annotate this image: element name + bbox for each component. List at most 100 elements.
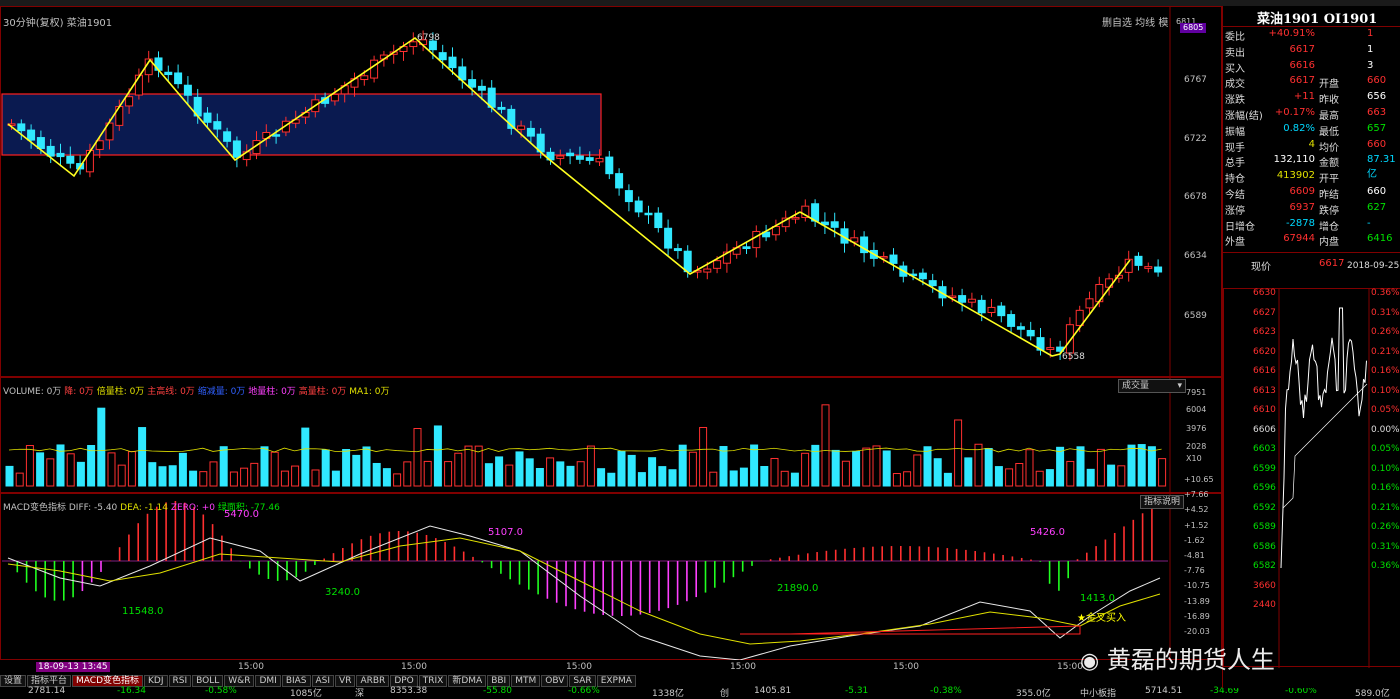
volume-bar: [608, 473, 615, 486]
candle-body: [625, 191, 632, 202]
mini-axis-tick: 0.00%: [1371, 425, 1400, 435]
volume-bar: [985, 449, 992, 486]
volume-bar: [37, 453, 44, 486]
divider: [1223, 26, 1400, 27]
volume-bar: [47, 459, 54, 486]
macd-label: 21890.0: [777, 583, 818, 594]
macd-tick: +7.66: [1184, 491, 1209, 499]
tab-4[interactable]: RSI: [169, 675, 192, 687]
volume-bar: [628, 455, 635, 486]
quote-row: 卖出66171: [1225, 44, 1400, 59]
status-item: -0.38%: [930, 686, 962, 696]
candle-body: [753, 231, 760, 247]
weibo-logo-icon: ◉: [1080, 649, 1099, 674]
quote-value: 67944: [1283, 233, 1315, 244]
candle-body: [586, 158, 593, 161]
status-item: 1085亿: [290, 686, 322, 699]
macd-tick: -20.03: [1184, 628, 1210, 636]
status-item: -0.66%: [568, 686, 600, 696]
quote-row: 持仓413902开平: [1225, 170, 1400, 185]
volume-bar: [16, 473, 23, 486]
mini-axis-tick: 6582: [1253, 561, 1276, 571]
mini-axis-tick: 0.16%: [1371, 483, 1400, 493]
volume-bar: [740, 468, 747, 486]
quote-key-2: 开盘: [1319, 75, 1339, 90]
mini-axis-tick: 0.21%: [1371, 347, 1400, 357]
candle-body: [919, 273, 926, 279]
volume-bar: [1159, 459, 1166, 486]
candle-body: [557, 156, 564, 158]
tab-14[interactable]: 新DMA: [448, 675, 486, 687]
quote-value: 6616: [1290, 60, 1315, 71]
candle-body: [988, 307, 995, 312]
candle-body: [175, 73, 182, 84]
status-item: 355.0亿: [1016, 686, 1051, 699]
volume-bar: [761, 467, 768, 486]
macd-legend-item: DEA: -1.14: [120, 503, 168, 513]
quote-value: 6617: [1290, 44, 1315, 55]
vol-legend-item: 地量柱: 0万: [248, 387, 296, 397]
contract-title: 菜油1901 OI1901: [1257, 8, 1377, 27]
quote-value-2: 660: [1367, 139, 1386, 150]
candle-body: [576, 156, 583, 159]
chart-toolbar[interactable]: 删自选 均线 模: [1102, 14, 1168, 29]
status-item: 5714.51: [1145, 686, 1182, 696]
volume-bar: [1097, 449, 1104, 486]
candle-body: [959, 296, 966, 303]
volume-bar: [904, 472, 911, 486]
volume-bar: [842, 461, 849, 486]
main-chart-area[interactable]: 30分钟(复权) 菜油1901 删自选 均线 模 6811 6805 6767 …: [0, 6, 1222, 660]
macd-legend-item: DIFF: -5.40: [69, 503, 117, 513]
mini-axis-tick: 0.10%: [1371, 464, 1400, 474]
time-tick: 15:00: [238, 662, 264, 672]
tab-3[interactable]: KDJ: [144, 675, 168, 687]
macd-tick: +4.52: [1184, 506, 1209, 514]
mini-axis-tick: 6586: [1253, 542, 1276, 552]
candle-body: [469, 80, 476, 88]
volume-bar: [853, 451, 860, 486]
quote-key: 成交: [1225, 75, 1245, 90]
candle-body: [655, 213, 662, 227]
tab-0[interactable]: 设置: [0, 675, 26, 687]
volume-bar: [1087, 469, 1094, 486]
quote-row: 买入66163: [1225, 60, 1400, 75]
high-annotation: 6798: [417, 33, 440, 43]
macd-label: 5107.0: [488, 527, 523, 538]
mini-axis-tick: 6630: [1253, 288, 1276, 298]
volume-bar: [771, 458, 778, 486]
mini-axis-tick: 0.31%: [1371, 308, 1400, 318]
tab-10[interactable]: VR: [335, 675, 355, 687]
candle-body: [86, 150, 93, 171]
mini-axis-tick: 0.36%: [1371, 288, 1400, 298]
intraday-price-line: [1281, 308, 1367, 568]
candle-body: [929, 281, 936, 286]
volume-bar: [893, 474, 900, 486]
volume-bar: [924, 447, 931, 486]
candle-body: [635, 201, 642, 212]
tab-16[interactable]: MTM: [511, 675, 540, 687]
quote-value: 4: [1309, 139, 1315, 150]
volume-bar: [230, 472, 237, 486]
candle-body: [606, 157, 613, 174]
price-tick: 6767: [1184, 75, 1207, 85]
quote-key: 涨停: [1225, 202, 1245, 217]
candle-body: [714, 261, 721, 269]
volume-indicator-select[interactable]: 成交量 ▾: [1118, 379, 1186, 393]
candle-body: [968, 299, 975, 302]
vol-legend-item: 高量柱: 0万: [299, 387, 347, 397]
chevron-down-icon: ▾: [1177, 380, 1182, 392]
volume-bar: [547, 458, 554, 486]
tab-17[interactable]: OBV: [541, 675, 568, 687]
volume-select-label: 成交量: [1122, 381, 1149, 391]
tab-19[interactable]: EXPMA: [597, 675, 636, 687]
watermark-text: 黄磊的期货人生: [1107, 646, 1275, 674]
tab-7[interactable]: DMI: [255, 675, 280, 687]
indicator-help-button[interactable]: 指标说明: [1140, 495, 1184, 509]
volume-bar: [934, 459, 941, 486]
volume-bar: [322, 450, 329, 486]
price-tick: 6678: [1184, 192, 1207, 202]
candle-body: [37, 138, 44, 149]
quote-row: 涨停6937跌停627: [1225, 202, 1400, 217]
candle-body: [184, 85, 191, 95]
candlestick-series: [8, 30, 1162, 360]
